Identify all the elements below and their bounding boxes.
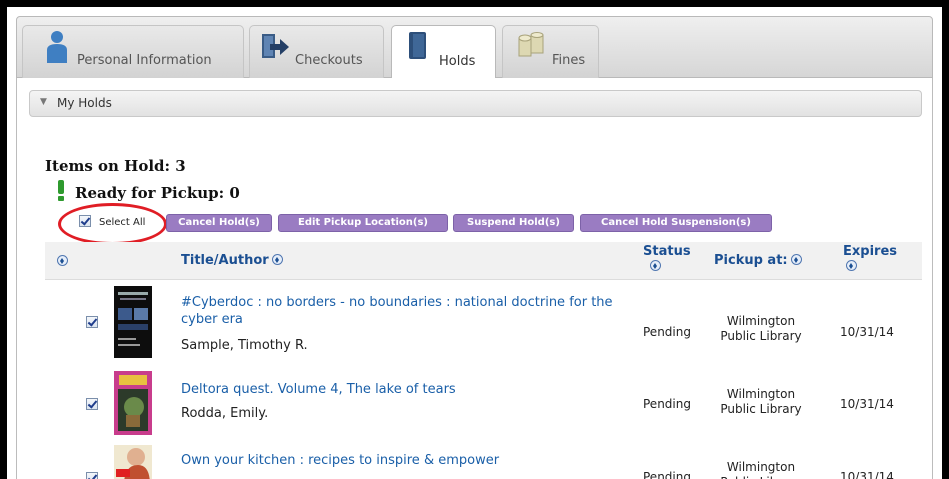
tab-label: Holds — [439, 54, 476, 69]
hold-expires: 10/31/14 — [840, 397, 894, 411]
header-expires[interactable]: Expires — [843, 244, 897, 274]
tab-label: Personal Information — [77, 53, 212, 68]
hold-status: Pending — [643, 325, 691, 339]
header-label: Title/Author — [181, 253, 269, 268]
coins-icon — [518, 32, 544, 57]
row-checkbox[interactable] — [86, 398, 98, 410]
hold-status: Pending — [643, 470, 691, 479]
tab-personal-information[interactable]: Personal Information — [22, 25, 244, 79]
header-label: Expires — [843, 244, 897, 259]
row-checkbox[interactable] — [86, 316, 98, 328]
hold-title-link[interactable]: #Cyberdoc : no borders - no boundaries :… — [181, 294, 641, 328]
table-row: #Cyberdoc : no borders - no boundaries :… — [45, 282, 922, 367]
book-cover-image — [114, 371, 152, 435]
checkout-arrow-icon — [262, 34, 289, 58]
section-title: My Holds — [57, 96, 112, 110]
table-row: Deltora quest. Volume 4, The lake of tea… — [45, 367, 922, 444]
hold-status: Pending — [643, 397, 691, 411]
hold-author: Sample, Timothy R. — [181, 338, 308, 353]
tab-holds[interactable]: Holds — [391, 25, 496, 80]
book-cover-image — [114, 445, 152, 479]
sort-icon — [846, 260, 857, 271]
hold-pickup-location: Wilmington Public Library — [720, 314, 802, 343]
sort-icon — [650, 260, 661, 271]
sort-select-icon[interactable] — [57, 255, 68, 266]
hold-pickup-location: Wilmington Public Library — [720, 387, 802, 416]
page-frame: Personal Information Checkouts Holds Fin… — [7, 7, 942, 479]
hold-title-link[interactable]: Deltora quest. Volume 4, The lake of tea… — [181, 381, 641, 398]
holds-table-header: Title/Author Status Pickup at: Expires — [45, 242, 922, 280]
tab-bar: Personal Information Checkouts Holds Fin… — [16, 16, 933, 80]
header-pickup[interactable]: Pickup at: — [714, 253, 802, 268]
cancel-holds-button[interactable]: Cancel Hold(s) — [166, 214, 272, 232]
hold-expires: 10/31/14 — [840, 325, 894, 339]
tab-label: Fines — [552, 53, 586, 68]
header-status[interactable]: Status — [643, 244, 691, 274]
table-row: Own your kitchen : recipes to inspire & … — [45, 444, 922, 479]
sort-icon — [790, 254, 802, 265]
row-checkbox[interactable] — [86, 472, 98, 479]
tab-fines[interactable]: Fines — [502, 25, 599, 79]
edit-pickup-location-button[interactable]: Edit Pickup Location(s) — [278, 214, 448, 232]
ready-for-pickup-count: Ready for Pickup: 0 — [75, 184, 240, 202]
ready-exclamation-icon — [58, 180, 64, 201]
hold-title-link[interactable]: Own your kitchen : recipes to inspire & … — [181, 452, 641, 469]
sort-icon — [271, 254, 283, 265]
cancel-hold-suspension-button[interactable]: Cancel Hold Suspension(s) — [580, 214, 772, 232]
items-on-hold-count: Items on Hold: 3 — [45, 157, 186, 175]
header-title-author[interactable]: Title/Author — [181, 253, 283, 268]
person-icon — [47, 31, 67, 63]
my-holds-accordion[interactable]: ▼ My Holds — [29, 90, 922, 117]
header-label: Pickup at: — [714, 253, 788, 268]
highlight-circle — [58, 203, 167, 245]
hold-author: Rodda, Emily. — [181, 406, 269, 421]
book-cover-image — [114, 286, 152, 358]
hold-expires: 10/31/14 — [840, 470, 894, 479]
header-label: Status — [643, 244, 691, 259]
tab-checkouts[interactable]: Checkouts — [249, 25, 384, 79]
tab-label: Checkouts — [295, 53, 363, 68]
collapse-arrow-icon: ▼ — [40, 97, 47, 107]
book-icon — [409, 32, 426, 59]
suspend-holds-button[interactable]: Suspend Hold(s) — [453, 214, 574, 232]
hold-pickup-location: Wilmington Public Library — [720, 460, 801, 479]
